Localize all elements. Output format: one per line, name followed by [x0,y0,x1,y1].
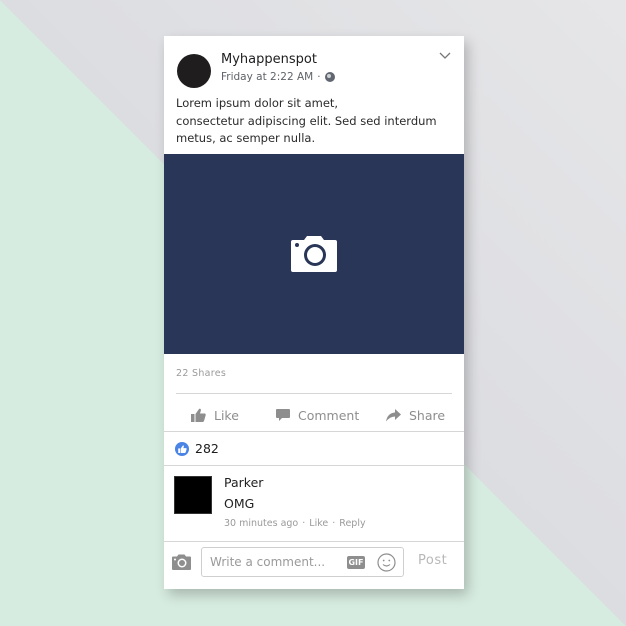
share-arrow-icon [386,408,401,421]
emoji-icon[interactable] [377,553,396,572]
gif-button[interactable]: GIF [347,556,365,569]
share-count[interactable]: 22 Shares [176,368,226,379]
comment-composer: GIF [201,547,404,577]
comment-time: 30 minutes ago [224,518,299,529]
like-reaction-icon [175,441,189,456]
divider [164,541,464,542]
comment-bubble-icon [276,409,290,421]
meta-separator: · [317,71,321,83]
author-name[interactable]: Myhappenspot [221,52,317,67]
reaction-summary[interactable]: 282 [175,441,219,456]
comment-reply-link[interactable]: Reply [339,518,365,529]
comment-input[interactable] [210,554,340,570]
share-label: Share [409,407,446,423]
post-card: Myhappenspot Friday at 2:22 AM · Lorem i… [164,36,464,589]
post-comment-button[interactable]: Post [418,553,447,568]
post-text-line: metus, ac semper nulla. [176,131,316,145]
action-bar: Like Comment Share [164,400,464,430]
post-text-line: Lorem ipsum dolor sit amet, [176,96,339,110]
post-text-line: consectetur adipiscing elit. Sed sed int… [176,113,437,128]
like-label: Like [214,407,239,423]
comment-label: Comment [298,407,360,423]
commenter-avatar[interactable] [174,476,212,514]
post-timestamp[interactable]: Friday at 2:22 AM [221,71,313,83]
comment-text: OMG [224,496,255,511]
camera-icon [291,236,337,272]
post-photo-placeholder[interactable] [164,154,464,354]
comment-like-link[interactable]: Like [309,518,328,529]
like-button[interactable]: Like [191,408,239,423]
camera-attach-icon[interactable] [172,554,191,570]
divider [164,431,464,432]
divider [176,393,452,394]
comment-button[interactable]: Comment [276,408,359,423]
author-avatar[interactable] [177,54,211,88]
post-text: Lorem ipsum dolor sit amet, consectetur … [176,95,456,148]
comment-meta: 30 minutes ago · Like · Reply [224,518,366,529]
meta-separator: · [332,518,336,529]
reaction-count: 282 [195,441,219,456]
meta-separator: · [302,518,306,529]
post-header: Myhappenspot Friday at 2:22 AM · [164,36,464,96]
post-meta: Friday at 2:22 AM · [221,71,335,83]
chevron-down-icon[interactable] [439,50,451,62]
divider [164,465,464,466]
globe-icon [324,72,335,82]
commenter-name[interactable]: Parker [224,475,263,490]
share-button[interactable]: Share [386,408,445,423]
thumbs-up-icon [191,408,206,422]
